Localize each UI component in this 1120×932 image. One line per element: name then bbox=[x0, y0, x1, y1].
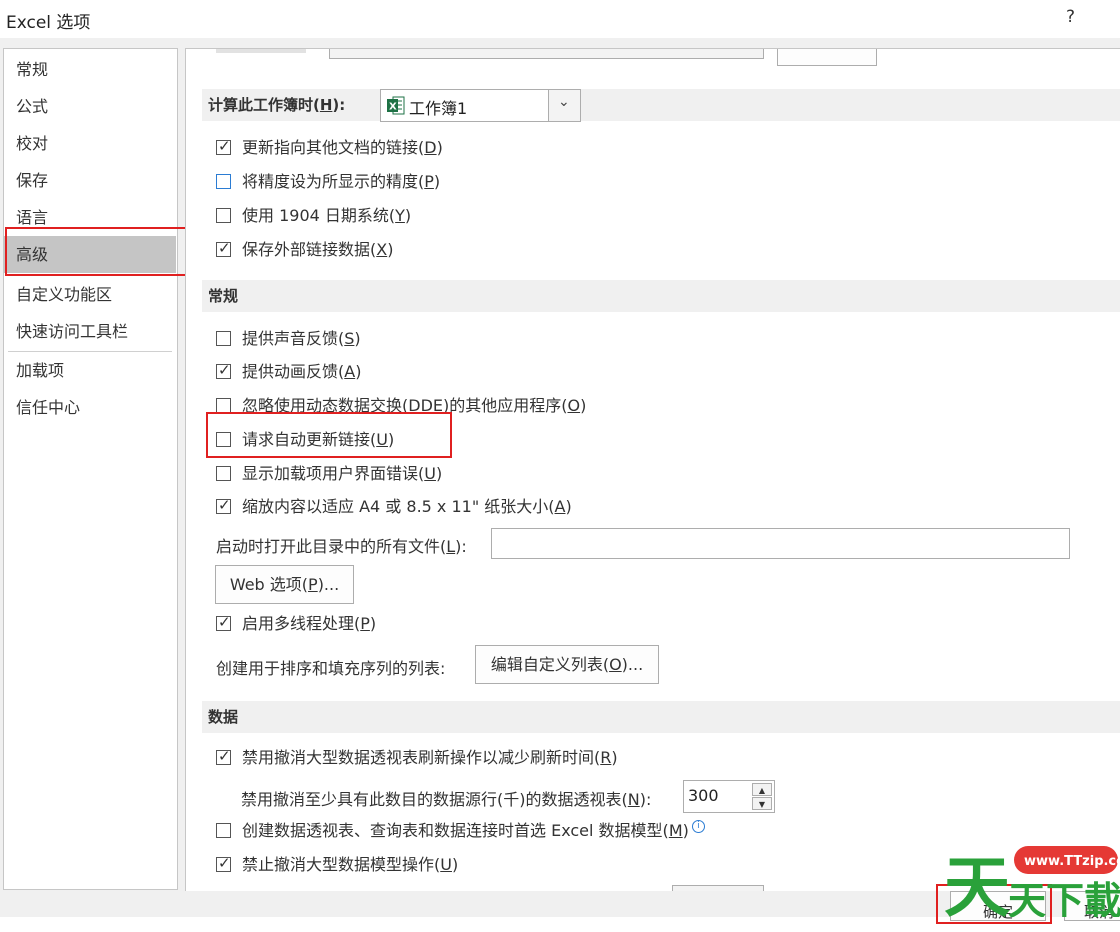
cut-off-field bbox=[329, 49, 764, 59]
sidebar-item-general[interactable]: 常规 bbox=[4, 51, 176, 88]
update-links-checkbox[interactable] bbox=[216, 137, 231, 155]
highlight-advanced bbox=[5, 227, 188, 276]
info-icon[interactable]: i bbox=[691, 820, 705, 833]
sidebar-item-add-ins[interactable]: 加载项 bbox=[4, 352, 176, 389]
prefer-data-model-checkbox[interactable] bbox=[216, 823, 231, 838]
svg-text:X: X bbox=[389, 102, 397, 113]
calc-section-header: 计算此工作簿时(H): bbox=[202, 89, 1120, 121]
startup-folder-input[interactable] bbox=[491, 528, 1070, 559]
workbook-select-value: 工作簿1 bbox=[409, 99, 468, 118]
help-button[interactable]: ? bbox=[1066, 7, 1075, 27]
cut-off-spinner bbox=[672, 885, 764, 891]
cut-off-label bbox=[216, 49, 306, 53]
highlight-ask-update-links bbox=[206, 412, 452, 458]
workbook-select[interactable]: X 工作簿1 ⌄ bbox=[380, 89, 581, 122]
excel-workbook-icon: X bbox=[387, 96, 405, 115]
site-watermark-logo: 天 www.TTzip.com 天下載 bbox=[930, 838, 1120, 926]
web-options-button[interactable]: Web 选项(P)... bbox=[215, 565, 354, 604]
edit-custom-lists-button[interactable]: 编辑自定义列表(O)... bbox=[475, 645, 659, 684]
min-rows-spinner[interactable]: 300 ▲ ▼ bbox=[683, 780, 775, 813]
sidebar-item-customize-ribbon[interactable]: 自定义功能区 bbox=[4, 276, 176, 313]
custom-list-label: 创建用于排序和填充序列的列表: bbox=[216, 659, 446, 678]
ignore-dde-checkbox[interactable] bbox=[216, 398, 231, 413]
sidebar-item-trust-center[interactable]: 信任中心 bbox=[4, 389, 176, 426]
animation-feedback-checkbox[interactable] bbox=[216, 361, 231, 379]
precision-checkbox[interactable] bbox=[216, 174, 231, 189]
min-rows-label: 禁用撤消至少具有此数目的数据源行(千)的数据透视表(N): bbox=[241, 790, 652, 809]
sidebar-item-proofing[interactable]: 校对 bbox=[4, 125, 176, 162]
save-external-link-checkbox[interactable] bbox=[216, 239, 231, 257]
svg-text:www.TTzip.com: www.TTzip.com bbox=[1024, 854, 1120, 869]
spin-up-icon[interactable]: ▲ bbox=[752, 783, 772, 796]
options-sidebar: 常规 公式 校对 保存 语言 高级 自定义功能区 快速访问工具栏 加载项 信任中… bbox=[3, 48, 178, 890]
disable-undo-large-pivot-checkbox[interactable] bbox=[216, 747, 231, 765]
general-section-header: 常规 bbox=[202, 280, 1120, 312]
advanced-options-panel: 计算此工作簿时(H): X 工作簿1 ⌄ 更新指向其他文档的链接(D) 将精度设… bbox=[185, 48, 1120, 891]
sidebar-item-save[interactable]: 保存 bbox=[4, 162, 176, 199]
sidebar-item-formulas[interactable]: 公式 bbox=[4, 88, 176, 125]
disable-undo-data-model-checkbox[interactable] bbox=[216, 854, 231, 872]
addin-ui-errors-checkbox[interactable] bbox=[216, 466, 231, 481]
chevron-down-icon: ⌄ bbox=[558, 94, 570, 110]
date-1904-checkbox[interactable] bbox=[216, 208, 231, 223]
startup-folder-label: 启动时打开此目录中的所有文件(L): bbox=[216, 537, 467, 556]
min-rows-value[interactable]: 300 bbox=[688, 786, 719, 805]
spin-down-icon[interactable]: ▼ bbox=[752, 797, 772, 810]
cut-off-button[interactable] bbox=[777, 49, 877, 66]
svg-text:天: 天 bbox=[944, 849, 1010, 917]
watermark-logo-icon: 天 www.TTzip.com 天下載 bbox=[944, 846, 1120, 926]
title-bar: Excel 选项 ? bbox=[0, 0, 1120, 38]
scale-to-a4-checkbox[interactable] bbox=[216, 496, 231, 514]
data-section-header: 数据 bbox=[202, 701, 1120, 733]
window-title: Excel 选项 bbox=[6, 13, 91, 33]
sound-feedback-checkbox[interactable] bbox=[216, 331, 231, 346]
workbook-select-arrow[interactable]: ⌄ bbox=[548, 90, 580, 121]
multithread-checkbox[interactable] bbox=[216, 613, 231, 631]
sidebar-item-quick-access-toolbar[interactable]: 快速访问工具栏 bbox=[4, 313, 176, 350]
svg-text:天下載: 天下載 bbox=[1008, 879, 1120, 917]
